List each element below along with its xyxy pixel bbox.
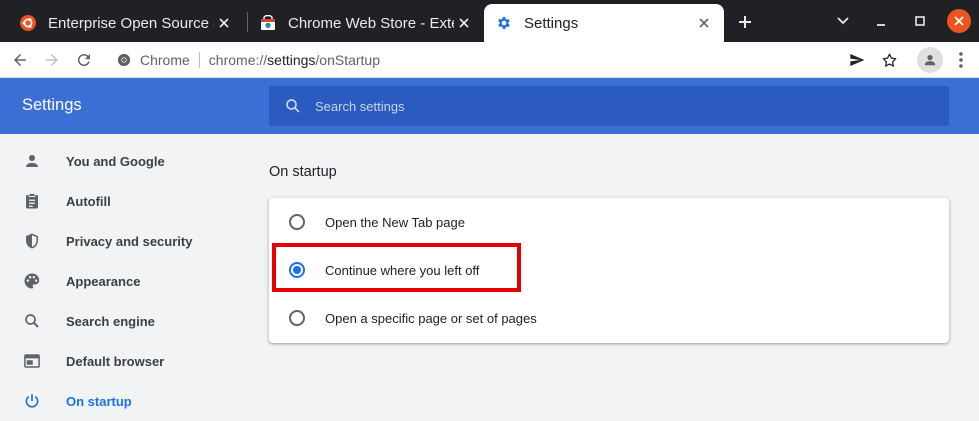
back-button[interactable] xyxy=(8,48,32,72)
sidebar-item-label: Default browser xyxy=(66,353,165,369)
url-scheme: chrome:// xyxy=(208,52,268,68)
sidebar-item-on-startup[interactable]: On startup xyxy=(0,381,240,421)
profile-button[interactable] xyxy=(917,47,943,73)
address-bar[interactable]: Chrome chrome://settings/onStartup xyxy=(107,44,907,76)
arrow-left-icon xyxy=(14,54,26,66)
radio-label: Open a specific page or set of pages xyxy=(325,310,537,326)
person-icon xyxy=(22,151,42,171)
on-startup-card: Open the New Tab page Continue where you… xyxy=(269,198,949,343)
send-icon xyxy=(850,54,865,66)
url-path: /onStartup xyxy=(315,52,381,68)
close-tab-icon[interactable] xyxy=(214,13,234,33)
shield-icon xyxy=(22,231,42,251)
radio-option-specific-pages[interactable]: Open a specific page or set of pages xyxy=(269,294,949,342)
sidebar-item-label: Search engine xyxy=(66,313,155,329)
star-icon xyxy=(882,52,896,67)
reload-icon xyxy=(77,54,90,67)
close-tab-icon[interactable] xyxy=(694,13,714,33)
close-window-button[interactable] xyxy=(947,9,971,33)
origin-chip: Chrome xyxy=(140,52,190,68)
send-to-devices-button[interactable] xyxy=(845,48,869,72)
settings-gear-icon xyxy=(496,15,512,31)
radio-option-continue[interactable]: Continue where you left off xyxy=(269,246,949,294)
sidebar-item-label: On startup xyxy=(66,393,132,409)
chevron-down-icon xyxy=(837,17,849,25)
tab-title: Chrome Web Store - Exter xyxy=(288,14,454,32)
more-vertical-icon xyxy=(959,52,963,68)
settings-header: Settings Search settings xyxy=(0,78,979,134)
page-title: Settings xyxy=(22,96,82,114)
url-text: chrome://settings/onStartup xyxy=(209,52,380,68)
tab-title: Enterprise Open Source a xyxy=(48,14,214,32)
sidebar-item-label: Privacy and security xyxy=(66,233,193,249)
radio-label: Continue where you left off xyxy=(325,262,480,278)
sidebar-item-label: Autofill xyxy=(66,193,111,209)
minimize-button[interactable] xyxy=(870,10,892,32)
reload-button[interactable] xyxy=(72,48,96,72)
tab-chrome-web-store[interactable]: Chrome Web Store - Exter xyxy=(248,4,484,42)
tab-search-button[interactable] xyxy=(832,10,854,32)
search-icon xyxy=(22,311,42,331)
radio-button-checked[interactable] xyxy=(289,262,305,278)
sidebar-item-search-engine[interactable]: Search engine xyxy=(0,301,240,341)
radio-button[interactable] xyxy=(289,310,305,326)
sidebar-item-privacy-and-security[interactable]: Privacy and security xyxy=(0,221,240,261)
new-tab-button[interactable] xyxy=(734,11,756,33)
section-title: On startup xyxy=(269,164,337,180)
settings-sidebar: You and Google Autofill Privacy and secu… xyxy=(0,134,240,421)
chrome-logo-icon xyxy=(116,52,132,68)
browser-window-icon xyxy=(22,351,42,371)
close-icon xyxy=(954,16,964,26)
search-settings-field[interactable]: Search settings xyxy=(269,86,949,126)
power-icon xyxy=(22,391,42,411)
tab-title: Settings xyxy=(524,14,579,32)
tab-enterprise-open-source[interactable]: Enterprise Open Source a xyxy=(8,4,244,42)
palette-icon xyxy=(22,271,42,291)
address-divider xyxy=(198,52,200,68)
sidebar-item-you-and-google[interactable]: You and Google xyxy=(0,141,240,181)
forward-button[interactable] xyxy=(40,48,64,72)
sidebar-item-label: You and Google xyxy=(66,153,165,169)
minimize-icon xyxy=(877,24,885,26)
maximize-button[interactable] xyxy=(909,10,931,32)
search-input[interactable]: Search settings xyxy=(315,99,405,114)
sidebar-item-default-browser[interactable]: Default browser xyxy=(0,341,240,381)
sidebar-item-autofill[interactable]: Autofill xyxy=(0,181,240,221)
browser-menu-button[interactable] xyxy=(951,48,971,72)
search-icon xyxy=(283,96,303,116)
close-tab-icon[interactable] xyxy=(454,13,474,33)
plus-icon xyxy=(739,16,751,28)
sidebar-item-appearance[interactable]: Appearance xyxy=(0,261,240,301)
url-host: settings xyxy=(267,52,316,68)
radio-label: Open the New Tab page xyxy=(325,214,465,230)
clipboard-icon xyxy=(22,191,42,211)
avatar-icon xyxy=(924,55,936,66)
bookmark-button[interactable] xyxy=(877,48,901,72)
sidebar-item-label: Appearance xyxy=(66,273,141,289)
radio-button[interactable] xyxy=(289,214,305,230)
arrow-right-icon xyxy=(46,54,58,66)
tab-settings[interactable]: Settings xyxy=(484,4,724,42)
tab-strip: Enterprise Open Source a Chrome Web Stor… xyxy=(0,0,979,42)
maximize-icon xyxy=(915,16,925,26)
webstore-icon xyxy=(260,15,276,31)
ubuntu-icon xyxy=(20,15,36,31)
browser-toolbar: Chrome chrome://settings/onStartup xyxy=(0,42,979,78)
radio-option-new-tab[interactable]: Open the New Tab page xyxy=(269,198,949,246)
